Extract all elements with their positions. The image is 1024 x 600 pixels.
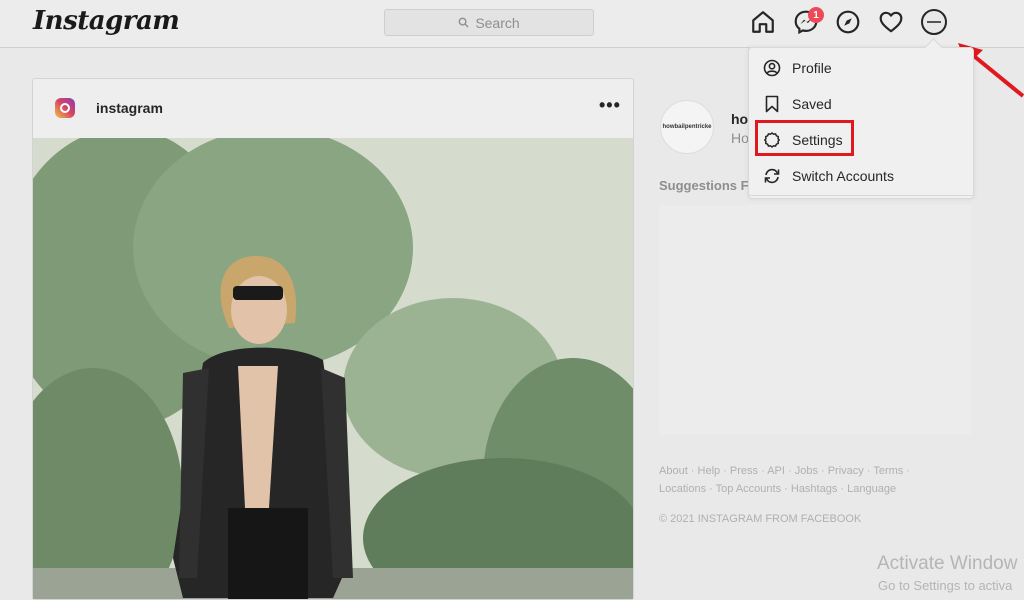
menu-item-switch-accounts[interactable]: Switch Accounts <box>749 158 973 194</box>
more-options-icon[interactable]: ••• <box>599 95 621 116</box>
menu-item-profile[interactable]: Profile <box>749 50 973 86</box>
menu-label-switch-accounts: Switch Accounts <box>792 168 894 184</box>
post-header: instagram ••• <box>33 79 633 137</box>
current-user-avatar[interactable]: howbailpentricke <box>660 100 714 154</box>
home-icon[interactable] <box>750 9 776 35</box>
search-placeholder: Search <box>475 14 520 31</box>
settings-highlight-box <box>755 120 854 156</box>
instagram-logo[interactable]: Instagram <box>33 6 180 36</box>
profile-icon <box>763 59 781 77</box>
feed-post: instagram ••• <box>32 78 634 600</box>
footer-links[interactable]: About · Help · Press · API · Jobs · Priv… <box>659 462 959 498</box>
current-user-name[interactable]: ho <box>731 111 748 127</box>
activate-windows-subtitle: Go to Settings to activa <box>878 578 1013 593</box>
instagram-account-avatar[interactable] <box>55 98 75 118</box>
post-image[interactable] <box>33 138 633 599</box>
current-user-avatar-text: howbailpentricke <box>662 124 712 130</box>
current-user-fullname: Ho <box>731 130 749 146</box>
suggestions-heading: Suggestions Fo <box>659 178 757 193</box>
menu-label-saved: Saved <box>792 96 832 112</box>
copyright-text: © 2021 INSTAGRAM FROM FACEBOOK <box>659 513 862 525</box>
bookmark-icon <box>765 95 779 113</box>
explore-compass-icon[interactable] <box>835 9 861 35</box>
messages-badge: 1 <box>808 7 824 23</box>
post-photo-illustration <box>33 138 633 599</box>
search-input[interactable]: Search <box>384 9 594 36</box>
post-username[interactable]: instagram <box>96 100 163 116</box>
menu-label-profile: Profile <box>792 60 832 76</box>
switch-icon <box>764 168 780 184</box>
search-icon <box>458 17 469 28</box>
top-navigation-bar: Instagram Search 1 <box>0 0 1024 48</box>
profile-avatar-button[interactable] <box>921 9 947 35</box>
menu-divider <box>749 195 973 196</box>
menu-item-saved[interactable]: Saved <box>749 86 973 122</box>
avatar-mark <box>927 21 941 23</box>
activity-heart-icon[interactable] <box>878 9 904 35</box>
suggestions-list <box>659 205 971 435</box>
activate-windows-title: Activate Window <box>877 553 1018 574</box>
